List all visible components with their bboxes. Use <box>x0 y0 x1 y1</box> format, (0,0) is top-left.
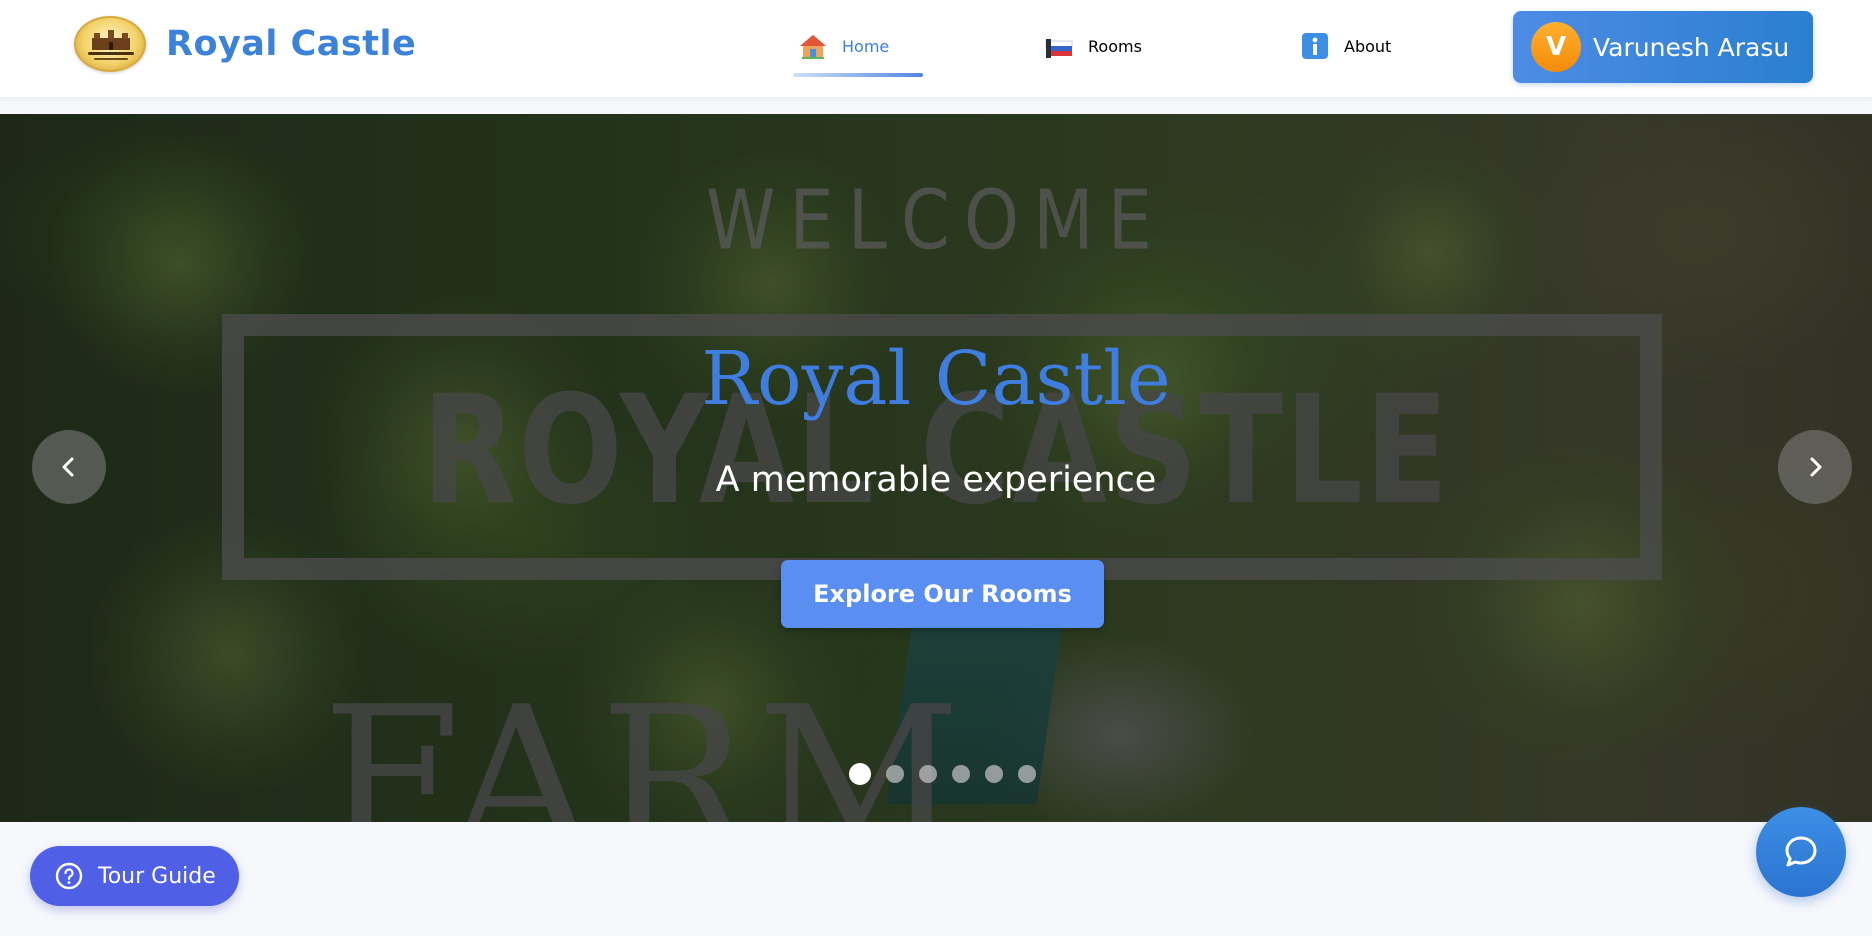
brand[interactable]: Royal Castle <box>74 16 416 72</box>
nav-rooms[interactable]: Rooms <box>1044 26 1142 66</box>
avatar: V <box>1531 22 1581 72</box>
hero-title: Royal Castle <box>701 336 1171 422</box>
explore-rooms-button[interactable]: Explore Our Rooms <box>781 560 1104 628</box>
carousel-dot-3[interactable] <box>919 765 937 783</box>
nav-rooms-label: Rooms <box>1088 36 1142 56</box>
tour-guide-button[interactable]: Tour Guide <box>30 846 239 906</box>
tour-guide-label: Tour Guide <box>98 863 216 889</box>
carousel-prev-button[interactable] <box>32 430 106 504</box>
chat-button[interactable] <box>1756 807 1846 897</box>
chevron-left-icon <box>62 457 74 477</box>
user-menu-button[interactable]: V Varunesh Arasu <box>1513 11 1813 83</box>
brand-name: Royal Castle <box>166 24 417 64</box>
house-icon <box>798 31 828 61</box>
nav-home-label: Home <box>842 36 890 56</box>
hero-carousel: WELCOME ROYAL CASTLE FARM Royal Castle A… <box>0 114 1872 822</box>
nav-about[interactable]: About <box>1300 26 1391 66</box>
carousel-dot-6[interactable] <box>1018 765 1036 783</box>
watermark-farm: FARM <box>322 664 968 822</box>
carousel-dot-1[interactable] <box>849 763 871 785</box>
carousel-dot-4[interactable] <box>952 765 970 783</box>
carousel-dot-5[interactable] <box>985 765 1003 783</box>
top-navbar: Royal Castle Home Rooms About V Varunesh… <box>0 0 1872 98</box>
carousel-dot-2[interactable] <box>886 765 904 783</box>
info-icon <box>1300 31 1330 61</box>
castle-logo-icon <box>74 16 146 72</box>
bed-icon <box>1044 31 1074 61</box>
chat-bubble-icon <box>1785 836 1817 867</box>
chevron-right-icon <box>1810 457 1822 477</box>
carousel-indicators <box>849 763 1051 785</box>
active-nav-indicator <box>793 73 923 77</box>
carousel-next-button[interactable] <box>1778 430 1852 504</box>
watermark-welcome: WELCOME <box>706 173 1166 269</box>
user-name: Varunesh Arasu <box>1593 32 1790 62</box>
nav-home[interactable]: Home <box>798 26 889 66</box>
help-circle-icon <box>55 862 83 890</box>
nav-about-label: About <box>1344 36 1392 56</box>
hero-subtitle: A memorable experience <box>715 460 1157 500</box>
